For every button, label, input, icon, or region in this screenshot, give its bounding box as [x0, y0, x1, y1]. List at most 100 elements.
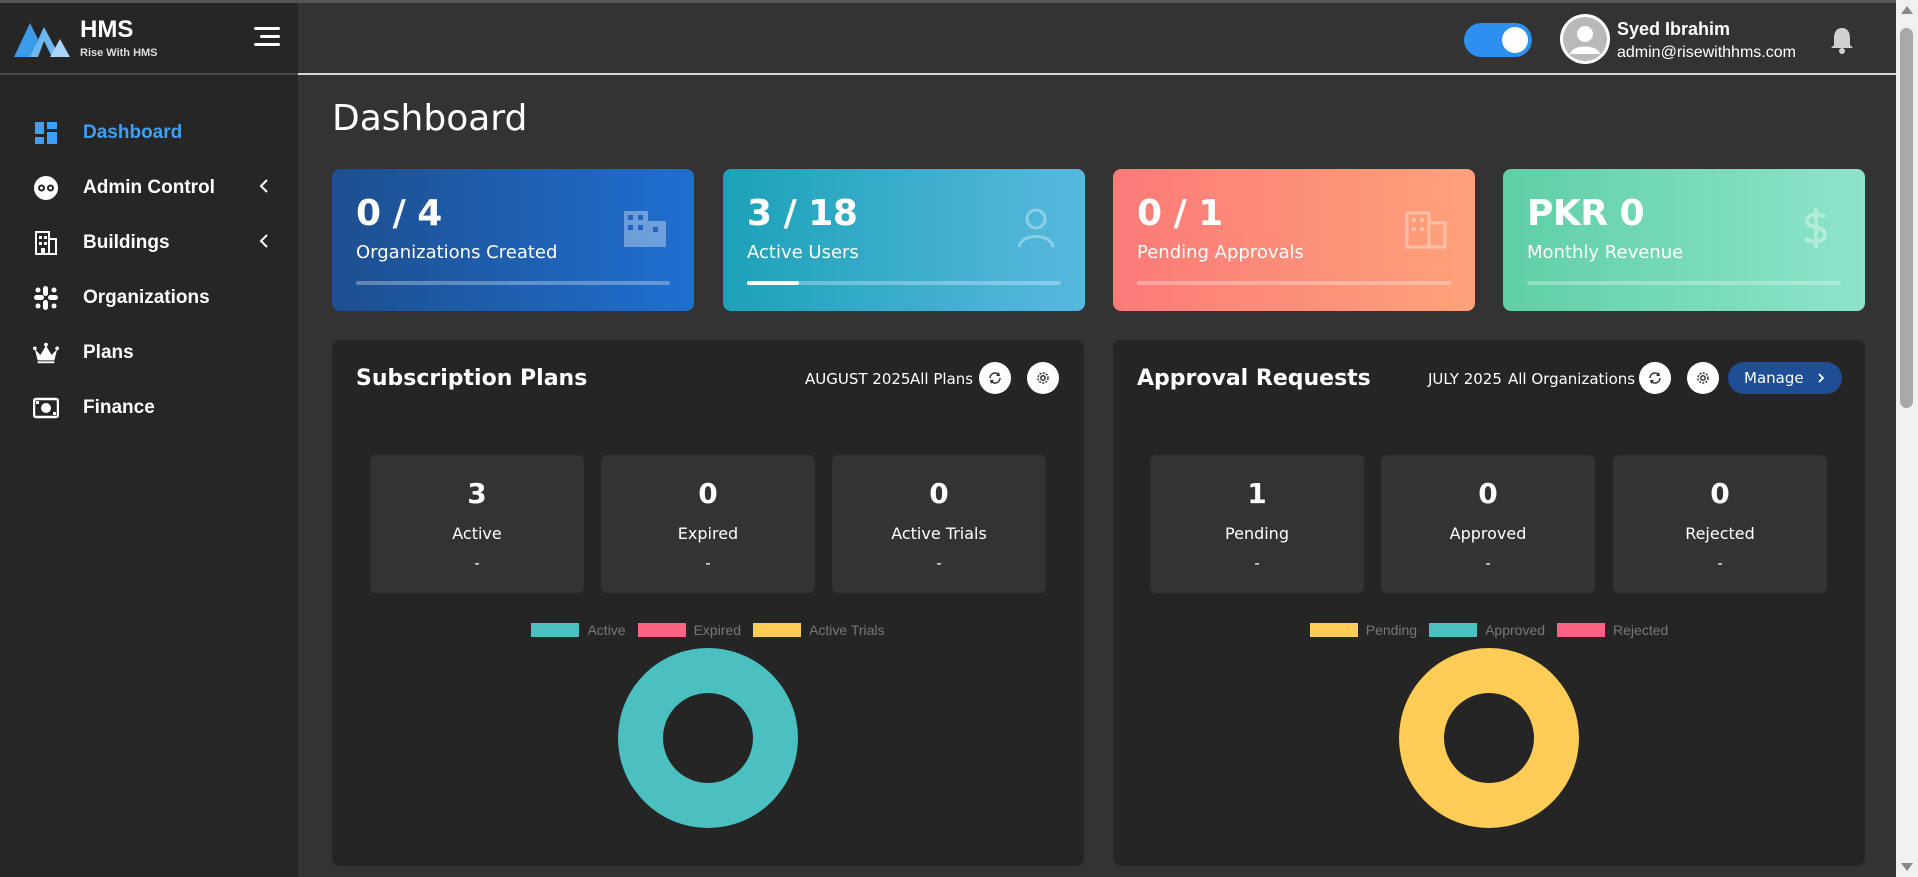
notification-bell-icon[interactable] — [1828, 25, 1856, 55]
refresh-button[interactable] — [979, 362, 1011, 394]
legend-swatch — [1557, 623, 1606, 637]
legend-label: Active — [587, 622, 626, 638]
sidebar-item-plans[interactable]: Plans — [0, 325, 298, 380]
manage-button[interactable]: Manage — [1728, 362, 1842, 394]
chart-legend: Pending Approved Rejected — [1113, 622, 1865, 638]
scroll-up-arrow-icon[interactable] — [1901, 6, 1913, 14]
stat-progress-bar — [1137, 281, 1451, 285]
summary-label: Active Trials — [891, 524, 987, 543]
sidebar-item-dashboard[interactable]: Dashboard — [0, 105, 298, 160]
user-avatar[interactable] — [1560, 14, 1610, 64]
legend-item[interactable]: Pending — [1309, 622, 1418, 638]
summary-sub: - — [936, 555, 942, 572]
chevron-left-icon — [259, 179, 268, 193]
summary-label: Pending — [1225, 524, 1289, 543]
gear-icon — [1037, 372, 1049, 384]
summary-card-approved: 0 Approved - — [1381, 455, 1595, 593]
panel-title: Subscription Plans — [356, 366, 588, 391]
building-icon — [624, 211, 666, 247]
legend-item[interactable]: Approved — [1429, 622, 1545, 638]
legend-item[interactable]: Active Trials — [753, 622, 885, 638]
dashboard-icon — [33, 120, 59, 146]
legend-label: Rejected — [1613, 622, 1669, 638]
scroll-down-arrow-icon[interactable] — [1901, 863, 1913, 871]
summary-value: 1 — [1247, 477, 1267, 510]
sidebar: HMS Rise With HMS Dashboard Admin Contro… — [0, 0, 298, 877]
panel-title: Approval Requests — [1137, 366, 1371, 391]
donut-slice-pending[interactable] — [1399, 648, 1579, 828]
top-bar: Syed Ibrahim admin@risewithhms.com — [298, 0, 1896, 75]
user-email: admin@risewithhms.com — [1617, 44, 1796, 61]
legend-label: Approved — [1485, 622, 1546, 638]
finance-icon — [33, 395, 59, 421]
sidebar-item-label: Plans — [83, 341, 134, 363]
settings-button[interactable] — [1027, 362, 1059, 394]
sidebar-item-organizations[interactable]: Organizations — [0, 270, 298, 325]
stat-progress-fill — [747, 281, 800, 285]
sidebar-item-label: Buildings — [83, 231, 170, 253]
summary-card-expired: 0 Expired - — [601, 455, 815, 593]
refresh-button[interactable] — [1639, 362, 1671, 394]
subscription-plans-panel: Subscription Plans AUGUST 2025 All Plans… — [332, 340, 1084, 866]
summary-card-pending: 1 Pending - — [1150, 455, 1364, 593]
summary-sub: - — [1717, 555, 1723, 572]
summary-label: Expired — [677, 524, 739, 543]
settings-button[interactable] — [1687, 362, 1719, 394]
legend-swatch — [531, 623, 580, 637]
sidebar-item-label: Dashboard — [83, 121, 183, 143]
sidebar-nav: Dashboard Admin Control Buildings Organi… — [0, 105, 298, 435]
sidebar-item-finance[interactable]: Finance — [0, 380, 298, 435]
stat-card-active-users: 3 / 18 Active Users — [723, 169, 1085, 311]
period-selector[interactable]: AUGUST 2025 — [805, 370, 910, 388]
page-scrollbar[interactable] — [1896, 0, 1918, 877]
refresh-icon — [1649, 372, 1661, 384]
summary-card-active-trials: 0 Active Trials - — [832, 455, 1046, 593]
summary-sub: - — [474, 555, 480, 572]
legend-item[interactable]: Expired — [637, 622, 742, 638]
donut-slice-active[interactable] — [618, 648, 798, 828]
summary-value: 0 — [1478, 477, 1498, 510]
chevron-left-icon — [259, 234, 268, 248]
hms-logo-icon — [14, 23, 70, 57]
scroll-thumb[interactable] — [1900, 28, 1913, 408]
stat-progress-bar — [747, 281, 1061, 285]
legend-swatch — [1429, 623, 1478, 637]
sidebar-item-label: Finance — [83, 396, 155, 418]
building-icon — [1405, 211, 1447, 249]
stat-progress-bar — [356, 281, 670, 285]
summary-value: 0 — [1710, 477, 1730, 510]
chart-legend: Active Expired Active Trials — [332, 622, 1084, 638]
summary-label: Approved — [1449, 524, 1527, 543]
sidebar-item-label: Admin Control — [83, 176, 215, 198]
summary-label: Rejected — [1685, 524, 1755, 543]
plan-filter[interactable]: All Plans — [910, 370, 973, 388]
subscription-donut-chart — [618, 648, 798, 828]
sidebar-item-buildings[interactable]: Buildings — [0, 215, 298, 270]
sidebar-item-label: Organizations — [83, 286, 210, 308]
sidebar-item-admin-control[interactable]: Admin Control — [0, 160, 298, 215]
legend-item[interactable]: Active — [531, 622, 626, 638]
legend-swatch — [753, 623, 802, 637]
period-selector[interactable]: JULY 2025 — [1428, 370, 1502, 388]
legend-label: Expired — [693, 622, 742, 638]
brand-tagline: Rise With HMS — [80, 47, 158, 59]
chevron-right-icon — [1817, 373, 1824, 383]
approval-requests-panel: Approval Requests JULY 2025 All Organiza… — [1113, 340, 1865, 866]
summary-sub: - — [1485, 555, 1491, 572]
toggle-knob — [1502, 27, 1528, 53]
legend-swatch — [637, 623, 686, 637]
organization-filter[interactable]: All Organizations — [1508, 370, 1635, 388]
summary-sub: - — [1254, 555, 1260, 572]
user-icon — [1017, 208, 1055, 248]
stat-progress-bar — [1527, 281, 1841, 285]
stat-card-organizations: 0 / 4 Organizations Created — [332, 169, 694, 311]
manage-label: Manage — [1744, 369, 1804, 387]
theme-toggle[interactable] — [1464, 23, 1532, 57]
dollar-icon — [1803, 208, 1828, 248]
menu-toggle-icon[interactable] — [254, 27, 280, 49]
admin-control-icon — [33, 175, 59, 201]
legend-label: Pending — [1365, 622, 1418, 638]
legend-item[interactable]: Rejected — [1557, 622, 1668, 638]
user-name: Syed Ibrahim — [1617, 19, 1731, 39]
organizations-icon — [33, 285, 59, 311]
